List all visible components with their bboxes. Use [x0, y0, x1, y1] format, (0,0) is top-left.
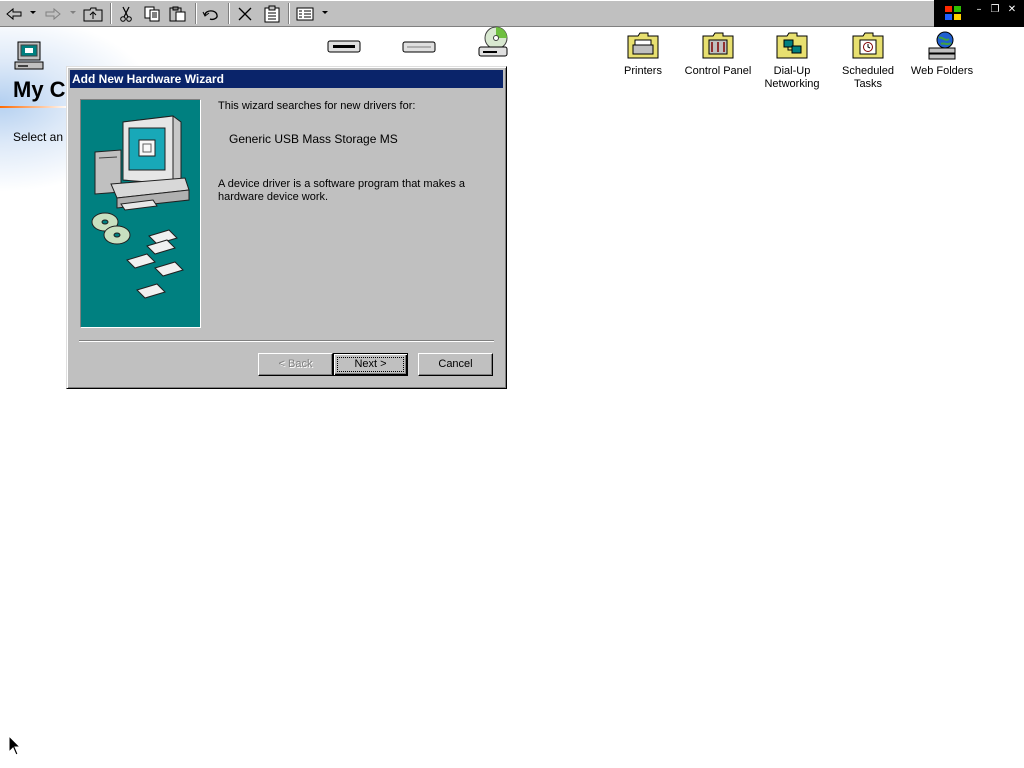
toolbar-separator [228, 3, 230, 24]
computer-with-disks-icon [91, 115, 190, 299]
up-folder-icon[interactable] [82, 3, 104, 24]
focus-rectangle [337, 357, 404, 372]
web-folders-icon [928, 31, 956, 60]
printers-folder[interactable]: Printers [605, 30, 681, 78]
page-title: My Computer [13, 77, 68, 102]
cd-drive-icon[interactable] [476, 26, 512, 58]
scheduled-tasks-label: Scheduled Tasks [842, 65, 894, 90]
web-folders-folder[interactable]: Web Folders [904, 30, 980, 78]
toolbar-separator [288, 3, 290, 24]
next-button[interactable]: Next > [333, 353, 408, 376]
device-name: Generic USB Mass Storage MS [229, 132, 398, 146]
cancel-button[interactable]: Cancel [418, 353, 493, 376]
properties-icon[interactable] [261, 3, 283, 24]
printers-label: Printers [624, 65, 662, 77]
scheduled-tasks-folder-icon [852, 32, 884, 59]
title-divider [0, 106, 68, 108]
undo-icon[interactable] [200, 3, 222, 24]
copy-icon[interactable] [141, 3, 163, 24]
control-panel-label: Control Panel [684, 65, 752, 77]
back-icon[interactable] [3, 3, 25, 24]
my-computer-icon [14, 41, 44, 70]
forward-icon[interactable] [42, 3, 64, 24]
views-icon[interactable] [294, 3, 316, 24]
window-controls: – ❐ ✕ [934, 0, 1024, 27]
dialog-separator [79, 340, 494, 342]
wizard-illustration [80, 99, 201, 328]
scheduled-tasks-folder[interactable]: Scheduled Tasks [830, 30, 906, 91]
back-dropdown-icon[interactable] [30, 11, 36, 14]
dialog-titlebar[interactable]: Add New Hardware Wizard [70, 70, 503, 88]
control-panel-folder-icon [702, 32, 734, 59]
control-panel-folder[interactable]: Control Panel [680, 30, 756, 78]
wizard-intro-text: This wizard searches for new drivers for… [218, 100, 416, 112]
mouse-pointer-icon [8, 735, 22, 756]
close-icon[interactable]: ✕ [1005, 4, 1019, 16]
paste-icon[interactable] [167, 3, 189, 24]
dial-up-networking-folder-icon [776, 32, 808, 59]
dial-up-networking-label: Dial-Up Networking [764, 65, 820, 90]
delete-icon[interactable] [234, 3, 256, 24]
web-folders-label: Web Folders [910, 65, 974, 77]
driver-description-text: A device driver is a software program th… [218, 178, 465, 203]
add-new-hardware-wizard-dialog: Add New Hardware Wizard This wizard sear… [66, 66, 507, 389]
toolbar-separator [110, 3, 112, 24]
floppy-drive-icon[interactable] [326, 36, 362, 58]
cut-icon[interactable] [115, 3, 137, 24]
windows-logo-icon [945, 6, 961, 20]
hard-drive-icon[interactable] [401, 36, 437, 58]
forward-dropdown-icon[interactable] [70, 11, 76, 14]
printers-folder-icon [627, 32, 659, 59]
minimize-icon[interactable]: – [972, 4, 986, 16]
views-dropdown-icon[interactable] [322, 11, 328, 14]
toolbar-separator [195, 3, 197, 24]
restore-icon[interactable]: ❐ [988, 4, 1002, 16]
description-prompt: Select an item to view its description. [13, 130, 68, 144]
back-button[interactable]: < Back [258, 353, 333, 376]
standard-toolbar [0, 0, 934, 27]
dial-up-networking-folder[interactable]: Dial-Up Networking [754, 30, 830, 91]
